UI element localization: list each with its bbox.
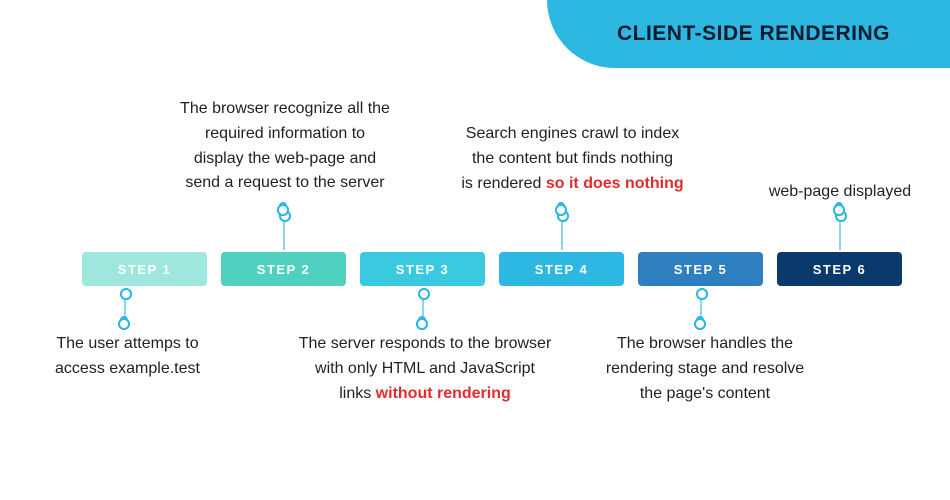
step-5: STEP 5 xyxy=(638,252,763,286)
desc-step-6: web-page displayed xyxy=(740,180,940,205)
connector-1-down xyxy=(124,288,126,318)
desc-3a: The server responds to the browser xyxy=(299,335,552,352)
desc-1b: access example.test xyxy=(55,360,200,377)
desc-1a: The user attemps to xyxy=(56,335,198,352)
desc-step-4: Search engines crawl to index the conten… xyxy=(430,122,715,196)
step-2: STEP 2 xyxy=(221,252,346,286)
desc-5a: The browser handles the xyxy=(617,335,793,352)
desc-2a: The browser recognize all the xyxy=(180,100,390,117)
connector-5-down xyxy=(700,288,702,318)
connector-2-up-dot xyxy=(279,202,287,210)
desc-4c: is rendered xyxy=(461,175,546,192)
desc-4b: the content but finds nothing xyxy=(472,150,673,167)
desc-4a: Search engines crawl to index xyxy=(466,125,679,142)
desc-2d: send a request to the server xyxy=(185,174,384,191)
step-4: STEP 4 xyxy=(499,252,624,286)
desc-step-1: The user attemps to access example.test xyxy=(30,332,225,382)
desc-3c: links xyxy=(339,385,375,402)
desc-2c: display the web-page and xyxy=(194,150,376,167)
desc-step-3: The server responds to the browser with … xyxy=(260,332,590,406)
title-banner: CLIENT-SIDE RENDERING xyxy=(547,0,950,68)
connector-4-up xyxy=(561,210,563,250)
desc-4-red: so it does nothing xyxy=(546,175,684,192)
desc-step-2: The browser recognize all the required i… xyxy=(130,97,440,196)
step-1-label: STEP 1 xyxy=(118,262,172,277)
connector-2-up xyxy=(283,210,285,250)
step-3-label: STEP 3 xyxy=(396,262,450,277)
connector-6-up xyxy=(839,210,841,250)
desc-5c: the page's content xyxy=(640,385,770,402)
desc-3-red: without rendering xyxy=(376,385,511,402)
connector-1-down-dot xyxy=(120,316,128,324)
step-4-label: STEP 4 xyxy=(535,262,589,277)
step-2-label: STEP 2 xyxy=(257,262,311,277)
desc-3b: with only HTML and JavaScript xyxy=(315,360,535,377)
desc-step-5: The browser handles the rendering stage … xyxy=(575,332,835,406)
desc-2b: required information to xyxy=(205,125,365,142)
connector-3-down xyxy=(422,288,424,318)
step-6-label: STEP 6 xyxy=(813,262,867,277)
desc-5b: rendering stage and resolve xyxy=(606,360,804,377)
diagram-canvas: CLIENT-SIDE RENDERING STEP 1 STEP 2 STEP… xyxy=(0,0,950,500)
step-6: STEP 6 xyxy=(777,252,902,286)
step-3: STEP 3 xyxy=(360,252,485,286)
title-text: CLIENT-SIDE RENDERING xyxy=(617,22,890,45)
connector-4-up-dot xyxy=(557,202,565,210)
step-1: STEP 1 xyxy=(82,252,207,286)
desc-6a: web-page displayed xyxy=(769,183,911,200)
step-5-label: STEP 5 xyxy=(674,262,728,277)
connector-3-down-dot xyxy=(418,316,426,324)
connector-5-down-dot xyxy=(696,316,704,324)
